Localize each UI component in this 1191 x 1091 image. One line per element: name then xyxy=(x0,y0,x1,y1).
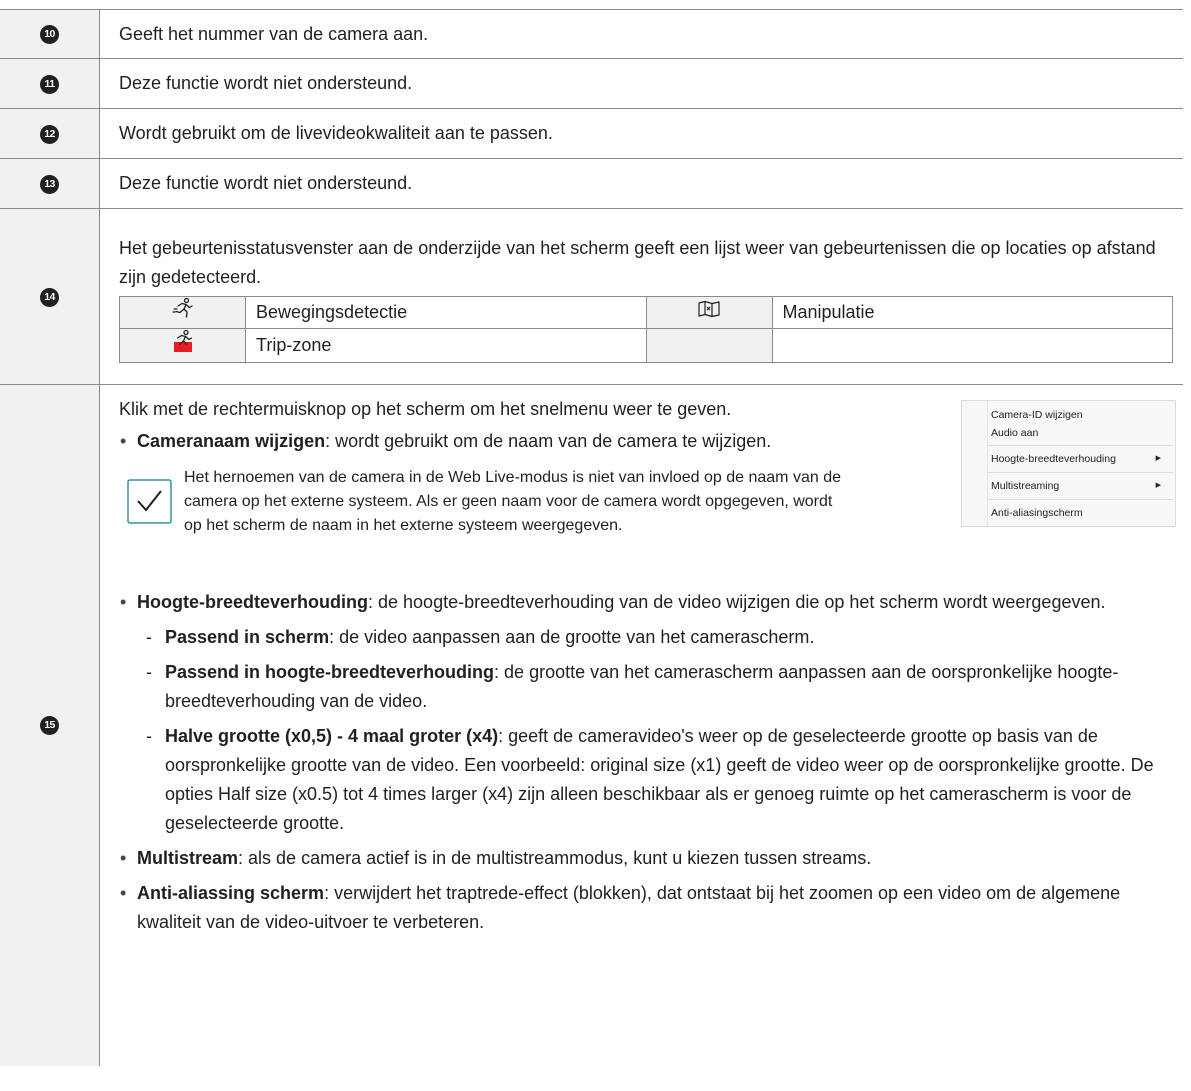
menu-item-multistreaming: Multistreaming ▶ xyxy=(991,477,1167,495)
sub-title: Passend in hoogte-breedteverhouding xyxy=(165,662,495,682)
bullet-item: Hoogte-breedteverhouding: de hoogte-bree… xyxy=(119,588,1171,617)
bullet-text: : als de camera actief is in de multistr… xyxy=(238,848,872,868)
table-row: 14 Het gebeurtenisstatusvenster aan de o… xyxy=(0,208,1183,385)
bullet-item: Cameranaam wijzigen: wordt gebruikt om d… xyxy=(119,427,867,456)
menu-item-anti-aliasing: Anti-aliasingscherm xyxy=(991,507,1083,519)
bullet-title: Anti-aliassing scherm xyxy=(137,883,325,903)
empty-label-cell xyxy=(771,327,1173,363)
row-description: Deze functie wordt niet ondersteund. xyxy=(99,58,1183,109)
manual-page: 10 Geeft het nummer van de camera aan. 1… xyxy=(0,0,1191,1091)
number-badge: 12 xyxy=(40,124,59,144)
note-text: Het hernoemen van de camera in de Web Li… xyxy=(184,469,841,534)
event-label: Bewegingsdetectie xyxy=(245,295,647,329)
event-icon-table: Bewegingsdetectie Manipulatie Trip-zone xyxy=(119,295,1173,363)
event-label: Manipulatie xyxy=(771,295,1173,329)
row-description: Deze functie wordt niet ondersteund. xyxy=(99,158,1183,209)
sub-item: - Halve grootte (x0,5) - 4 maal groter (x… xyxy=(146,726,1154,833)
sub-title: Passend in scherm xyxy=(165,627,330,647)
motion-detection-icon xyxy=(171,297,193,318)
menu-item-aspect-ratio: Hoogte-breedteverhouding ▶ xyxy=(991,450,1167,468)
trip-zone-icon xyxy=(173,329,192,352)
checkmark-icon xyxy=(127,479,172,524)
context-menu-screenshot: Camera-ID wijzigen Audio aan Hoogte-bree… xyxy=(961,400,1176,527)
bullet-title: Multistream xyxy=(137,848,239,868)
description-table: 10 Geeft het nummer van de camera aan. 1… xyxy=(0,9,1183,1066)
table-row: 10 Geeft het nummer van de camera aan. xyxy=(0,9,1183,59)
table-row: 11 Deze functie wordt niet ondersteund. xyxy=(0,58,1183,109)
empty-icon-cell xyxy=(645,327,773,363)
number-badge: 14 xyxy=(40,287,59,307)
row-description: Geeft het nummer van de camera aan. xyxy=(99,9,1183,59)
number-badge: 15 xyxy=(40,716,59,736)
bullet-text: : wordt gebruikt om de naam van de camer… xyxy=(325,431,772,451)
sub-title: Halve grootte (x0,5) - 4 maal groter (x4… xyxy=(165,726,499,746)
sub-item: - Passend in hoogte-breedteverhouding: de… xyxy=(146,662,1119,711)
menu-item-change-camera-id: Camera-ID wijzigen xyxy=(991,409,1083,421)
table-row: 12 Wordt gebruikt om de livevideokwalite… xyxy=(0,108,1183,159)
row-description: Het gebeurtenisstatusvenster aan de onde… xyxy=(119,237,1156,287)
number-badge: 13 xyxy=(40,174,59,194)
table-row: 15 Klik met de rechtermuisknop op het sc… xyxy=(0,384,1183,1066)
menu-item-audio-on: Audio aan xyxy=(991,427,1039,439)
bullet-text: : de hoogte-breedteverhouding van de vid… xyxy=(368,592,1106,612)
row-description: Wordt gebruikt om de livevideokwaliteit … xyxy=(99,108,1183,159)
bullet-item: Multistream: als de camera actief is in … xyxy=(119,844,1171,873)
submenu-arrow-icon: ▶ xyxy=(1155,482,1161,489)
submenu-arrow-icon: ▶ xyxy=(1155,455,1161,462)
table-row: 13 Deze functie wordt niet ondersteund. xyxy=(0,158,1183,209)
bullet-item: Anti-aliassing scherm: verwijdert het tr… xyxy=(119,879,1171,937)
event-label: Trip-zone xyxy=(245,327,647,363)
tampering-icon xyxy=(698,300,720,317)
bullet-title: Hoogte-breedteverhouding xyxy=(137,592,369,612)
sub-item: - Passend in scherm: de video aanpassen a… xyxy=(146,627,815,647)
bullet-title: Cameranaam wijzigen xyxy=(137,431,326,451)
number-badge: 11 xyxy=(40,74,59,94)
sub-text: : de video aanpassen aan de grootte van … xyxy=(329,627,815,647)
number-badge: 10 xyxy=(40,25,59,44)
note-box: Het hernoemen van de camera in de Web Li… xyxy=(119,466,854,538)
